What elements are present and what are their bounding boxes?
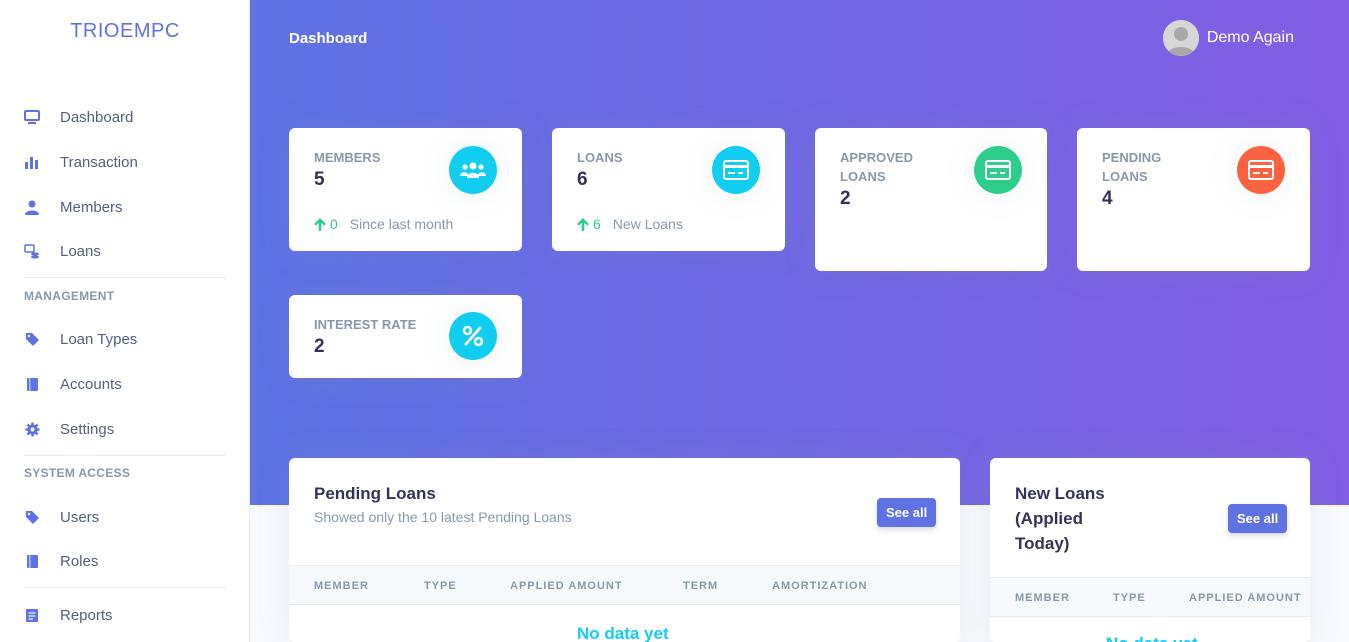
sidebar-item-label: Users [60, 508, 100, 526]
users-icon [449, 146, 497, 194]
see-all-button[interactable]: See all [877, 498, 937, 527]
sidebar-item-loans[interactable]: Loans [24, 239, 101, 263]
divider [24, 455, 226, 456]
divider [24, 587, 226, 588]
column-header: TERM [683, 580, 719, 592]
stat-foot-text: New Loans [612, 216, 683, 232]
sidebar-item-members[interactable]: Members [24, 195, 123, 219]
credit-card-icon [974, 146, 1022, 194]
book-icon [24, 376, 40, 392]
stat-card-pending-loans: PENDING LOANS 4 [1077, 128, 1310, 271]
arrow-up-icon: 0 [314, 216, 338, 232]
sidebar-item-label: Accounts [60, 375, 122, 393]
tag-icon [24, 509, 40, 525]
sidebar-item-transaction[interactable]: Transaction [24, 150, 138, 174]
empty-state: No data yet [577, 624, 669, 642]
monitor-icon [24, 109, 40, 125]
credit-card-icon [712, 146, 760, 194]
sidebar-item-label: Loans [60, 242, 101, 260]
coins-icon [24, 243, 40, 259]
table-header: MEMBER TYPE APPLIED AMOUNT [990, 577, 1310, 617]
stat-card-loans: LOANS 6 6 New Loans [552, 128, 785, 251]
avatar [1162, 20, 1199, 56]
bar-chart-icon [24, 154, 40, 170]
column-header: MEMBER [1015, 592, 1070, 604]
card-subtitle: Showed only the 10 latest Pending Loans [314, 509, 572, 525]
system-access-heading: SYSTEM ACCESS [24, 466, 131, 480]
see-all-button[interactable]: See all [1228, 504, 1288, 533]
sidebar-item-label: Loan Types [60, 330, 138, 348]
sidebar-item-settings[interactable]: Settings [24, 417, 114, 441]
card-title: New Loans (Applied Today) [1015, 484, 1105, 553]
stat-delta: 6 [593, 216, 601, 232]
credit-card-icon [1237, 146, 1285, 194]
stat-card-interest-rate: INTEREST RATE 2 [289, 295, 522, 378]
gear-icon [24, 421, 40, 437]
percent-icon [449, 312, 497, 360]
card-title: Pending Loans [314, 484, 436, 503]
page-title: Dashboard [289, 30, 368, 47]
sidebar-item-label: Reports [60, 606, 113, 624]
stat-card-approved-loans: APPROVED LOANS 2 [815, 128, 1047, 271]
brand-logo[interactable]: TRIOEMPC [0, 20, 250, 43]
stat-card-members: MEMBERS 5 0 Since last month [289, 128, 522, 251]
stat-label: PENDING LOANS [1102, 150, 1162, 184]
user-menu[interactable]: Demo Again [1162, 20, 1294, 56]
sidebar: TRIOEMPC Dashboard Transaction Members L… [0, 0, 250, 642]
sidebar-item-dashboard[interactable]: Dashboard [24, 105, 133, 129]
sidebar-item-loan-types[interactable]: Loan Types [24, 327, 137, 351]
sidebar-item-label: Transaction [60, 153, 138, 171]
stat-foot-text: Since last month [349, 216, 454, 232]
sidebar-item-label: Roles [60, 552, 99, 570]
arrow-up-icon: 6 [577, 216, 601, 232]
divider [24, 277, 226, 278]
stat-footer: 6 New Loans [577, 216, 683, 232]
column-header: APPLIED AMOUNT [510, 580, 623, 592]
sidebar-item-roles[interactable]: Roles [24, 549, 98, 573]
tag-icon [24, 331, 40, 347]
sidebar-item-accounts[interactable]: Accounts [24, 372, 122, 396]
column-header: TYPE [1113, 592, 1146, 604]
user-icon [24, 199, 40, 215]
stat-delta: 0 [330, 216, 338, 232]
sidebar-item-label: Settings [60, 420, 115, 438]
column-header: MEMBER [314, 580, 369, 592]
table-header: MEMBER TYPE APPLIED AMOUNT TERM AMORTIZA… [289, 565, 960, 605]
book-icon [24, 553, 40, 569]
column-header: AMORTIZATION [772, 580, 868, 592]
empty-state: No data yet [1106, 634, 1198, 642]
stat-footer: 0 Since last month [314, 216, 453, 232]
sidebar-item-label: Members [60, 198, 123, 216]
main-content: Dashboard Demo Again MEMBERS 5 0 Since l… [250, 0, 1349, 642]
column-header: TYPE [424, 580, 457, 592]
sidebar-item-users[interactable]: Users [24, 505, 99, 529]
sidebar-item-label: Dashboard [60, 108, 134, 126]
stat-label: APPROVED LOANS [840, 150, 913, 184]
user-name: Demo Again [1206, 29, 1294, 46]
pending-loans-card: Pending Loans Showed only the 10 latest … [289, 458, 960, 642]
column-header: APPLIED AMOUNT [1189, 592, 1302, 604]
new-loans-card: New Loans (Applied Today) See all MEMBER… [990, 458, 1310, 642]
sidebar-item-reports[interactable]: Reports [24, 603, 113, 627]
management-heading: MANAGEMENT [24, 289, 115, 303]
report-icon [24, 607, 40, 623]
avatar-icon [1162, 20, 1199, 56]
